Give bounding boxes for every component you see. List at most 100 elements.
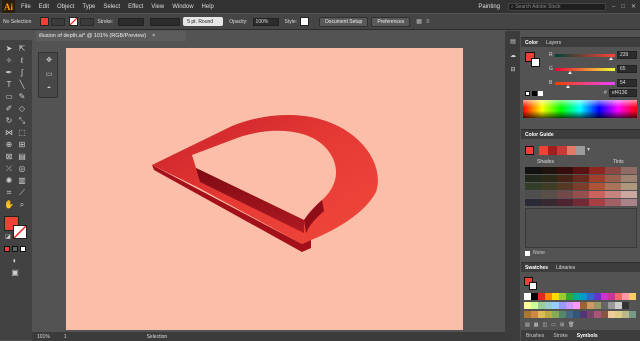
swatch[interactable] xyxy=(629,302,636,309)
document-setup-button[interactable]: Document Setup xyxy=(319,16,369,27)
swatch[interactable] xyxy=(615,311,622,318)
variation-swatch[interactable] xyxy=(613,199,621,206)
variation-swatch[interactable] xyxy=(557,199,565,206)
white-color-button[interactable] xyxy=(538,91,543,96)
swatch[interactable] xyxy=(573,293,580,300)
variation-swatch[interactable] xyxy=(605,167,613,174)
opacity-field[interactable]: 100% xyxy=(252,17,279,26)
variation-swatch[interactable] xyxy=(629,199,637,206)
swatch[interactable] xyxy=(566,311,573,318)
swatch[interactable] xyxy=(559,311,566,318)
variation-swatch[interactable] xyxy=(525,183,533,190)
selection-tool-icon[interactable]: ➤ xyxy=(4,44,14,54)
shape-builder-icon[interactable]: ⊕ xyxy=(4,140,14,150)
menu-effect[interactable]: Effect xyxy=(128,4,143,10)
swatch[interactable] xyxy=(601,302,608,309)
variation-swatch[interactable] xyxy=(629,191,637,198)
pen-tool-icon[interactable]: ✒ xyxy=(4,68,14,78)
close-icon[interactable]: ✕ xyxy=(631,3,636,10)
swatch[interactable] xyxy=(552,311,559,318)
variation-swatch[interactable] xyxy=(589,183,597,190)
r-slider-knob[interactable] xyxy=(609,57,614,60)
menu-object[interactable]: Object xyxy=(57,4,74,10)
swatch[interactable] xyxy=(629,311,636,318)
zoom-level[interactable]: 101% xyxy=(37,334,50,340)
variation-swatch[interactable] xyxy=(613,175,621,182)
variation-swatch[interactable] xyxy=(533,175,541,182)
magic-wand-icon[interactable]: ✧ xyxy=(4,56,14,66)
variation-swatch[interactable] xyxy=(621,167,629,174)
swatch[interactable] xyxy=(629,293,636,300)
artboard-tool-icon[interactable]: ⌗ xyxy=(4,188,14,198)
style-swatch[interactable] xyxy=(300,17,310,26)
lasso-icon[interactable]: ℓ xyxy=(17,56,27,66)
swatch[interactable] xyxy=(608,293,615,300)
swatch[interactable] xyxy=(587,293,594,300)
variation-swatch[interactable] xyxy=(629,175,637,182)
swatch[interactable] xyxy=(601,311,608,318)
swatch[interactable] xyxy=(552,302,559,309)
perspective-grid-icon[interactable]: ⊞ xyxy=(17,140,27,150)
variation-swatch[interactable] xyxy=(589,167,597,174)
variation-swatch[interactable] xyxy=(541,199,549,206)
variable-width-field[interactable] xyxy=(150,17,181,26)
variation-swatch[interactable] xyxy=(557,183,565,190)
slice-tool-icon[interactable]: ⟋ xyxy=(17,188,27,198)
swatch[interactable] xyxy=(580,311,587,318)
d-shape-artwork[interactable] xyxy=(66,48,463,330)
b-value[interactable]: 54 xyxy=(617,79,637,87)
variation-swatch[interactable] xyxy=(581,183,589,190)
menu-type[interactable]: Type xyxy=(82,4,95,10)
paintbrush-icon[interactable]: ✎ xyxy=(17,92,27,102)
variation-swatch[interactable] xyxy=(565,191,573,198)
eraser-icon[interactable]: ◇ xyxy=(17,104,27,114)
none-mode-button[interactable] xyxy=(20,246,26,252)
variation-swatch[interactable] xyxy=(573,191,581,198)
minimize-icon[interactable]: – xyxy=(612,4,615,10)
b-slider-knob[interactable] xyxy=(565,85,570,88)
swatch[interactable] xyxy=(545,311,552,318)
swatch[interactable] xyxy=(524,302,531,309)
variation-swatch[interactable] xyxy=(589,175,597,182)
variation-swatch[interactable] xyxy=(565,175,573,182)
rotate-tool-icon[interactable]: ↻ xyxy=(4,116,14,126)
arrange-icon[interactable]: ▦ xyxy=(416,18,422,25)
swatch[interactable] xyxy=(601,293,608,300)
blob-brush-icon[interactable]: ◓ xyxy=(44,84,54,94)
variation-swatch[interactable] xyxy=(533,191,541,198)
variation-swatch[interactable] xyxy=(557,167,565,174)
type-tool-icon[interactable]: T xyxy=(4,80,14,90)
swatch[interactable] xyxy=(559,293,566,300)
swatch[interactable] xyxy=(594,302,601,309)
align-icon[interactable]: ⊟ xyxy=(508,65,518,75)
variation-swatch[interactable] xyxy=(541,191,549,198)
color-spectrum[interactable] xyxy=(523,100,637,118)
gradient-mode-button[interactable] xyxy=(12,246,18,252)
variation-swatch[interactable] xyxy=(565,199,573,206)
variation-swatch[interactable] xyxy=(573,199,581,206)
swatch[interactable] xyxy=(622,302,629,309)
variation-swatch[interactable] xyxy=(597,183,605,190)
swatch[interactable] xyxy=(573,302,580,309)
variation-swatch[interactable] xyxy=(549,167,557,174)
variation-swatch[interactable] xyxy=(525,167,533,174)
swatch[interactable] xyxy=(608,302,615,309)
variation-swatch[interactable] xyxy=(629,183,637,190)
maximize-icon[interactable]: □ xyxy=(621,4,625,10)
new-swatch-icon[interactable]: ⊞ xyxy=(560,322,568,328)
mesh-tool-icon[interactable]: ⊠ xyxy=(4,152,14,162)
variation-swatch[interactable] xyxy=(573,175,581,182)
b-slider[interactable] xyxy=(555,82,615,85)
r-slider[interactable] xyxy=(555,54,615,57)
stock-search[interactable]: ⌕ Search Adobe Stock xyxy=(508,2,606,11)
variation-swatch[interactable] xyxy=(541,183,549,190)
variation-swatch[interactable] xyxy=(533,199,541,206)
scale-tool-icon[interactable]: ⤡ xyxy=(17,116,27,126)
harmony-swatch[interactable] xyxy=(539,146,549,155)
brush-definition[interactable]: 5 pt. Round xyxy=(183,17,224,26)
graph-tool-icon[interactable]: ▥ xyxy=(17,176,27,186)
variation-swatch[interactable] xyxy=(581,175,589,182)
line-tool-icon[interactable]: ╲ xyxy=(17,80,27,90)
variation-swatch[interactable] xyxy=(597,175,605,182)
none-color-button[interactable] xyxy=(525,91,530,96)
